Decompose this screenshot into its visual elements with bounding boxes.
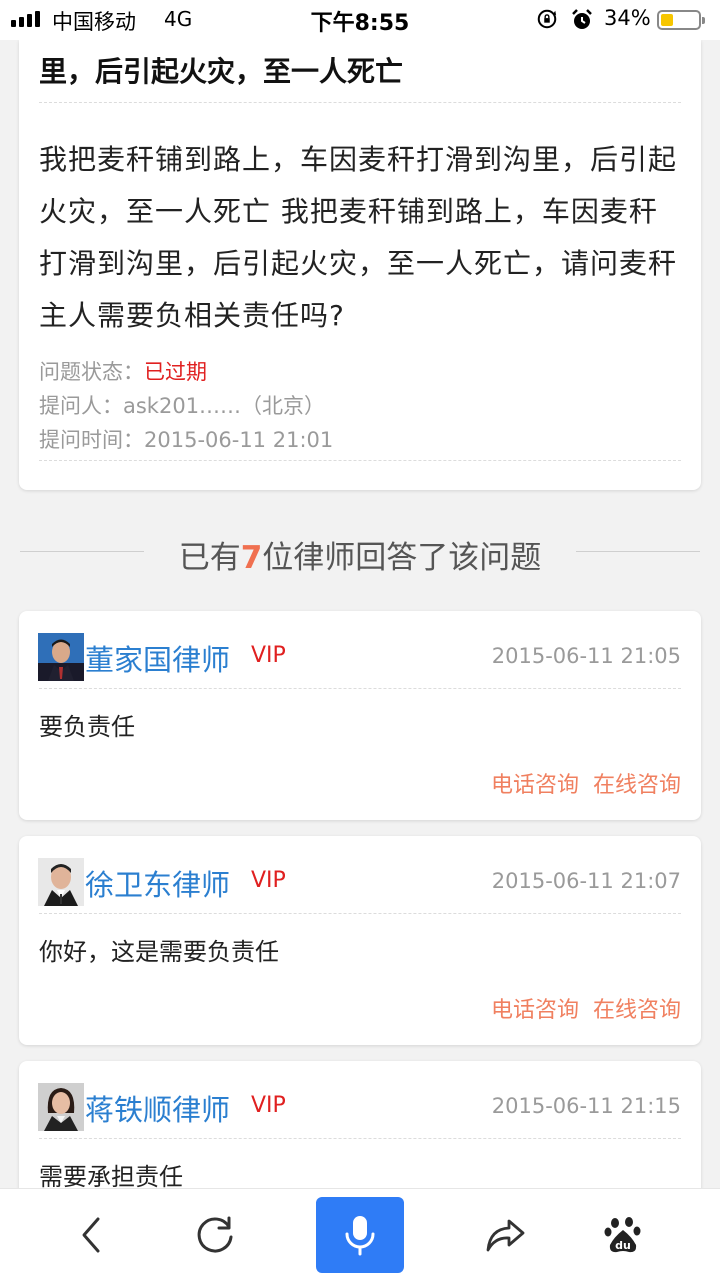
divider xyxy=(39,1138,681,1139)
refresh-button[interactable] xyxy=(170,1189,260,1280)
phone-consult-button[interactable]: 电话咨询 xyxy=(491,767,579,799)
answer-text: 需要承担责任 xyxy=(39,1163,183,1191)
time-value: 2015-06-11 21:01 xyxy=(144,428,334,452)
lawyer-name[interactable]: 蒋铁顺律师 xyxy=(85,1087,230,1129)
divider xyxy=(39,102,681,103)
phone-consult-button[interactable]: 电话咨询 xyxy=(491,992,579,1024)
answer-card: 徐卫东律师 VIP 2015-06-11 21:07 你好，这是需要负责任 电话… xyxy=(19,836,701,1045)
divider xyxy=(39,688,681,689)
answers-header-prefix: 已有 xyxy=(178,540,241,576)
answer-time: 2015-06-11 21:07 xyxy=(491,869,681,893)
asker-label: 提问人： xyxy=(39,394,123,418)
asker-value: ask201……（北京） xyxy=(123,394,326,418)
svg-text:du: du xyxy=(615,1239,631,1252)
status-bar: 中国移动 4G 下午8:55 34% xyxy=(0,0,720,40)
battery-percent: 34% xyxy=(604,6,651,30)
divider xyxy=(39,913,681,914)
time-label: 提问时间： xyxy=(39,428,144,452)
lawyer-avatar[interactable] xyxy=(38,1083,84,1131)
answers-header-text: 已有7位律师回答了该问题 xyxy=(0,532,720,577)
refresh-icon xyxy=(197,1216,233,1253)
vip-badge: VIP xyxy=(251,1093,286,1118)
question-time: 提问时间：2015-06-11 21:01 xyxy=(39,424,333,454)
question-card: 里，后引起火灾，至一人死亡 我把麦秆铺到路上，车因麦秆打滑到沟里，后引起火灾，至… xyxy=(19,40,701,490)
lawyer-name[interactable]: 董家国律师 xyxy=(85,637,230,679)
answer-actions: 电话咨询 在线咨询 xyxy=(491,992,681,1024)
voice-search-button[interactable] xyxy=(316,1197,404,1273)
status-label: 问题状态： xyxy=(39,360,144,384)
question-status: 问题状态：已过期 xyxy=(39,356,207,386)
vip-badge: VIP xyxy=(251,643,286,668)
answer-text: 要负责任 xyxy=(39,713,135,741)
back-button[interactable] xyxy=(46,1189,136,1280)
answer-text: 你好，这是需要负责任 xyxy=(39,938,279,966)
lawyer-name[interactable]: 徐卫东律师 xyxy=(85,862,230,904)
browser-toolbar: du xyxy=(0,1188,720,1280)
answer-time: 2015-06-11 21:15 xyxy=(491,1094,681,1118)
rotation-lock-icon xyxy=(537,9,557,29)
share-button[interactable] xyxy=(460,1189,550,1280)
lawyer-avatar[interactable] xyxy=(38,858,84,906)
answer-time: 2015-06-11 21:05 xyxy=(491,644,681,668)
question-body: 我把麦秆铺到路上，车因麦秆打滑到沟里，后引起火灾，至一人死亡 我把麦秆铺到路上，… xyxy=(39,143,678,332)
battery-icon xyxy=(657,10,705,30)
divider xyxy=(39,460,681,461)
online-consult-button[interactable]: 在线咨询 xyxy=(593,767,681,799)
online-consult-button[interactable]: 在线咨询 xyxy=(593,992,681,1024)
lawyer-avatar[interactable] xyxy=(38,633,84,681)
microphone-icon xyxy=(345,1216,375,1256)
status-value: 已过期 xyxy=(144,360,207,384)
answer-actions: 电话咨询 在线咨询 xyxy=(491,767,681,799)
vip-badge: VIP xyxy=(251,868,286,893)
answers-header-suffix: 位律师回答了该问题 xyxy=(262,540,542,576)
answer-card: 董家国律师 VIP 2015-06-11 21:05 要负责任 电话咨询 在线咨… xyxy=(19,611,701,820)
answers-header: 已有7位律师回答了该问题 xyxy=(0,526,720,582)
question-title: 里，后引起火灾，至一人死亡 xyxy=(39,55,404,88)
baidu-paw-icon: du xyxy=(604,1217,641,1253)
answer-count: 7 xyxy=(240,540,263,576)
question-asker: 提问人：ask201……（北京） xyxy=(39,390,325,420)
back-icon xyxy=(82,1217,100,1253)
baidu-button[interactable]: du xyxy=(578,1189,668,1280)
share-icon xyxy=(486,1219,525,1252)
alarm-icon xyxy=(572,9,592,29)
